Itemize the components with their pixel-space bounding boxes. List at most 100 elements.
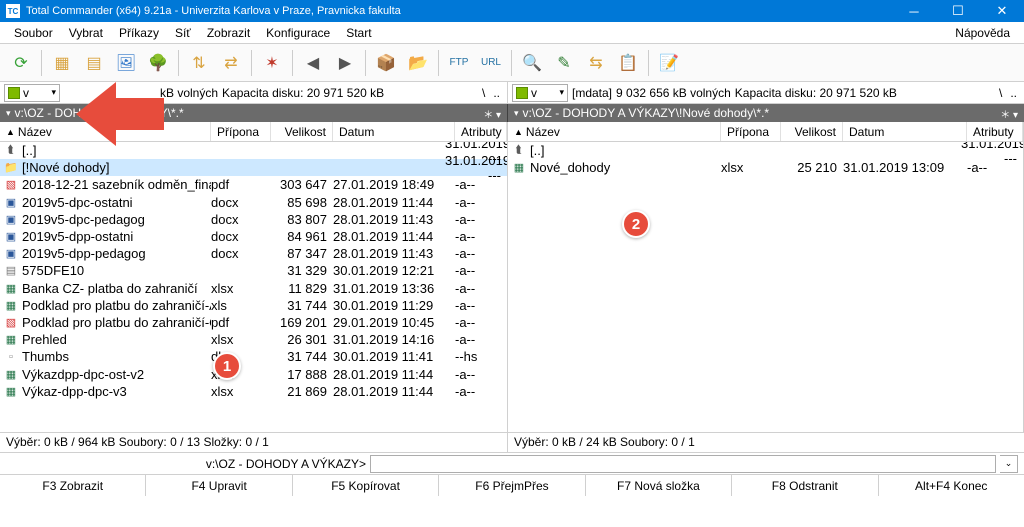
- file-row[interactable]: ▣2019v5-dpc-pedagogdocx83 80728.01.2019 …: [0, 211, 507, 228]
- fkey-f6[interactable]: F6 PřejmPřes: [439, 475, 585, 496]
- doc-icon: ▣: [4, 195, 18, 209]
- file-row[interactable]: ▧2018-12-21 sazebník odměn_finalpdf303 6…: [0, 176, 507, 193]
- fkey-f7[interactable]: F7 Nová složka: [586, 475, 732, 496]
- file-row[interactable]: ▫Thumbsdb31 74430.01.2019 11:41--hs: [0, 348, 507, 365]
- file-row[interactable]: ▦Výkaz-dpp-dpc-v3xlsx21 86928.01.2019 11…: [0, 383, 507, 400]
- file-ext: pdf: [211, 315, 271, 330]
- unpack-icon[interactable]: 📂: [403, 48, 433, 78]
- fkey-f5[interactable]: F5 Kopírovat: [293, 475, 439, 496]
- header-date[interactable]: Datum: [843, 122, 967, 141]
- drive-nav-right: \ ..: [996, 86, 1020, 100]
- target-icon[interactable]: ⇄: [216, 48, 246, 78]
- menu-sit[interactable]: Síť: [167, 24, 199, 42]
- file-row[interactable]: ▣2019v5-dpp-pedagogdocx87 34728.01.2019 …: [0, 245, 507, 262]
- header-ext[interactable]: Přípona: [721, 122, 781, 141]
- tree-view-icon[interactable]: 🌳: [143, 48, 173, 78]
- menu-vybrat[interactable]: Vybrat: [61, 24, 111, 42]
- file-row[interactable]: ▧Podklad pro platbu do zahraničí-ČJpdf16…: [0, 314, 507, 331]
- header-attr[interactable]: Atributy: [967, 122, 1023, 141]
- cmd-input[interactable]: [370, 455, 996, 473]
- menu-napoveda[interactable]: Nápověda: [947, 24, 1018, 42]
- path-left[interactable]: ▾ v:\OZ - DOHODY A VÝKAZY\*.* ＊ ▾: [0, 104, 508, 122]
- copy-names-icon[interactable]: 📋: [613, 48, 643, 78]
- search-icon[interactable]: 🔍: [517, 48, 547, 78]
- file-row[interactable]: ⮬[..]31.01.2019 14:08----: [508, 142, 1023, 159]
- file-attr: -a--: [455, 367, 507, 382]
- header-size[interactable]: Velikost: [271, 122, 333, 141]
- file-date: 28.01.2019 11:44: [333, 367, 455, 382]
- close-button[interactable]: ✕: [980, 0, 1024, 22]
- file-row[interactable]: ▣2019v5-dpc-ostatnidocx85 69828.01.2019 …: [0, 194, 507, 211]
- full-view-icon[interactable]: ▤: [79, 48, 109, 78]
- maximize-button[interactable]: ☐: [936, 0, 980, 22]
- ftp-icon[interactable]: FTP: [444, 48, 474, 78]
- fkey-f4[interactable]: F4 Upravit: [146, 475, 292, 496]
- menu-zobrazit[interactable]: Zobrazit: [199, 24, 258, 42]
- menu-soubor[interactable]: Soubor: [6, 24, 61, 42]
- path-buttons-right[interactable]: ＊ ▾: [1000, 106, 1018, 121]
- drive-icon: [8, 87, 20, 99]
- file-attr: -a--: [455, 212, 507, 227]
- minimize-button[interactable]: ─: [892, 0, 936, 22]
- file-name: 2019v5-dpp-ostatni: [22, 229, 211, 244]
- forward-icon[interactable]: ▶: [330, 48, 360, 78]
- annotation-badge-2: 2: [622, 210, 650, 238]
- menu-konfigurace[interactable]: Konfigurace: [258, 24, 338, 42]
- fkey-f3[interactable]: F3 Zobrazit: [0, 475, 146, 496]
- file-row[interactable]: ▦Prehledxlsx26 30131.01.2019 14:16-a--: [0, 331, 507, 348]
- thumbs-view-icon[interactable]: 🖼: [111, 48, 141, 78]
- file-row[interactable]: ▤575DFE1031 32930.01.2019 12:21-a--: [0, 262, 507, 279]
- menu-prikazy[interactable]: Příkazy: [111, 24, 167, 42]
- file-list-right[interactable]: ⮬[..]31.01.2019 14:08----▦Nové_dohodyxls…: [508, 142, 1023, 432]
- file-row[interactable]: ▦Nové_dohodyxlsx25 21031.01.2019 13:09-a…: [508, 159, 1023, 176]
- file-row[interactable]: ▦Výkazdpp-dpc-ost-v2xlsx17 88828.01.2019…: [0, 365, 507, 382]
- invert-sel-icon[interactable]: ✶: [257, 48, 287, 78]
- drive-capacity-left: Kapacita disku: 20 971 520 kB: [222, 86, 384, 100]
- pack-icon[interactable]: 📦: [371, 48, 401, 78]
- file-ext: docx: [211, 229, 271, 244]
- header-ext[interactable]: Přípona: [211, 122, 271, 141]
- up-button[interactable]: ..: [1007, 86, 1020, 100]
- fkey-f8[interactable]: F8 Odstranit: [732, 475, 878, 496]
- file-row[interactable]: ⮬[..]31.01.2019 14:16----: [0, 142, 507, 159]
- drive-select-right[interactable]: v ▾: [512, 84, 568, 102]
- url-icon[interactable]: URL: [476, 48, 506, 78]
- headers-left: ▲Název Přípona Velikost Datum Atributy: [0, 122, 507, 142]
- drive-select-left[interactable]: v ▾: [4, 84, 60, 102]
- path-buttons-left[interactable]: ＊ ▾: [483, 106, 501, 121]
- file-list-left[interactable]: ⮬[..]31.01.2019 14:16----📁[!Nové dohody]…: [0, 142, 507, 432]
- file-size: 31 744: [271, 298, 333, 313]
- refresh-icon[interactable]: ⟳: [6, 48, 36, 78]
- header-size[interactable]: Velikost: [781, 122, 843, 141]
- file-attr: -a--: [455, 177, 507, 192]
- up-button[interactable]: ..: [490, 86, 503, 100]
- swap-icon[interactable]: ⇅: [184, 48, 214, 78]
- fkey-altf4[interactable]: Alt+F4 Konec: [879, 475, 1024, 496]
- root-button[interactable]: \: [996, 86, 1005, 100]
- file-row[interactable]: ▦Banka CZ- platba do zahraničíxlsx11 829…: [0, 280, 507, 297]
- root-button[interactable]: \: [479, 86, 488, 100]
- file-row[interactable]: ▣2019v5-dpp-ostatnidocx84 96128.01.2019 …: [0, 228, 507, 245]
- file-row[interactable]: ▦Podklad pro platbu do zahraničí-AJxls31…: [0, 297, 507, 314]
- cmd-history-button[interactable]: ⌄: [1000, 455, 1018, 473]
- header-name[interactable]: ▲Název: [0, 122, 211, 141]
- header-name[interactable]: ▲Název: [508, 122, 721, 141]
- menu-start[interactable]: Start: [338, 24, 379, 42]
- header-date[interactable]: Datum: [333, 122, 455, 141]
- file-attr: -a--: [455, 229, 507, 244]
- doc-icon: ▣: [4, 212, 18, 226]
- notepad-icon[interactable]: 📝: [654, 48, 684, 78]
- rename-icon[interactable]: ✎: [549, 48, 579, 78]
- file-ext: docx: [211, 246, 271, 261]
- header-attr[interactable]: Atributy: [455, 122, 507, 141]
- brief-view-icon[interactable]: ▦: [47, 48, 77, 78]
- back-icon[interactable]: ◀: [298, 48, 328, 78]
- chevron-down-icon: ▾: [51, 87, 56, 98]
- file-date: 28.01.2019 11:43: [333, 246, 455, 261]
- annotation-badge-1: 1: [213, 352, 241, 380]
- sync-icon[interactable]: ⇆: [581, 48, 611, 78]
- doc-icon: ▣: [4, 247, 18, 261]
- file-row[interactable]: 📁[!Nové dohody]31.01.2019 14:08----: [0, 159, 507, 176]
- xls-icon: ▦: [4, 298, 18, 312]
- path-right[interactable]: ▾ v:\OZ - DOHODY A VÝKAZY\!Nové dohody\*…: [508, 104, 1024, 122]
